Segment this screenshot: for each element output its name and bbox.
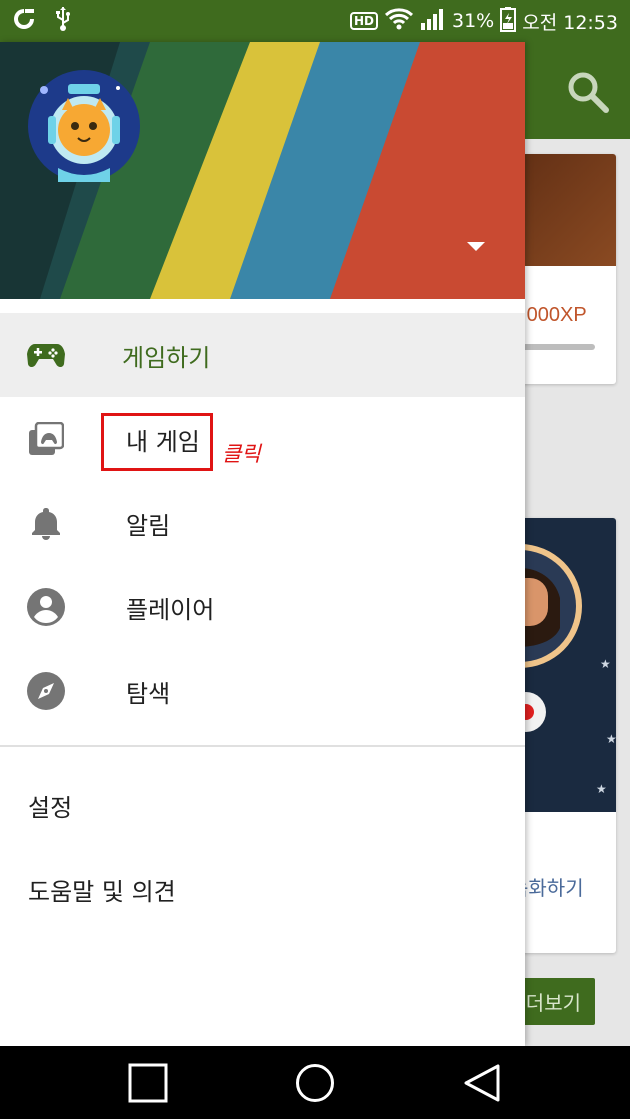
circle-home-icon[interactable] — [295, 1063, 335, 1103]
account-circle-icon — [26, 587, 66, 627]
menu-label-notifications: 알림 — [126, 511, 171, 540]
clock: 오전 12:53 — [522, 11, 618, 34]
menu-item-explore[interactable]: 탐색 — [0, 649, 525, 733]
menu-item-players[interactable]: 플레이어 — [0, 565, 525, 649]
menu-item-settings[interactable]: 설정 — [28, 788, 72, 823]
menu-item-play-games[interactable]: 게임하기 — [0, 313, 525, 397]
my-games-icon — [26, 419, 66, 459]
system-nav-bar — [0, 1046, 630, 1119]
avatar[interactable] — [28, 70, 140, 182]
dropdown-arrow-icon — [467, 241, 485, 251]
account-dropdown-toggle[interactable] — [466, 238, 486, 254]
annotation-click-note: 클릭 — [222, 442, 261, 466]
annotation-highlight-box — [101, 413, 213, 471]
hd-badge: HD — [349, 12, 378, 30]
navigation-drawer: 게임하기 내 게임 알림 플레이어 탐색 설정 도움말 및 의견 클릭 — [0, 42, 525, 1046]
wifi-icon — [384, 7, 414, 36]
svg-text:★: ★ — [596, 782, 607, 796]
bell-icon — [26, 503, 66, 543]
battery-icon — [500, 6, 517, 37]
drawer-header — [0, 42, 525, 299]
svg-text:★: ★ — [600, 657, 611, 671]
usb-icon — [54, 6, 72, 36]
triangle-back-icon[interactable] — [462, 1063, 502, 1103]
menu-item-notifications[interactable]: 알림 — [0, 481, 525, 565]
menu-label-players: 플레이어 — [126, 595, 215, 624]
signal-icon — [420, 7, 446, 36]
battery-percent: 31% — [452, 10, 495, 32]
menu-label-play-games: 게임하기 — [122, 343, 211, 372]
svg-text:★: ★ — [606, 732, 616, 746]
search-icon[interactable] — [566, 70, 610, 118]
gamepad-icon — [26, 335, 66, 375]
menu-item-help-feedback[interactable]: 도움말 및 의견 — [28, 872, 176, 907]
square-recents-icon[interactable] — [128, 1063, 168, 1103]
status-bar: HD 31% 오전 12:53 — [0, 0, 630, 42]
carrier-logo-icon — [12, 7, 36, 35]
drawer-menu: 게임하기 내 게임 알림 플레이어 탐색 — [0, 313, 525, 733]
drawer-divider — [0, 745, 525, 747]
menu-item-my-games[interactable]: 내 게임 — [0, 397, 525, 481]
menu-label-explore: 탐색 — [126, 679, 171, 708]
compass-icon — [26, 671, 66, 711]
